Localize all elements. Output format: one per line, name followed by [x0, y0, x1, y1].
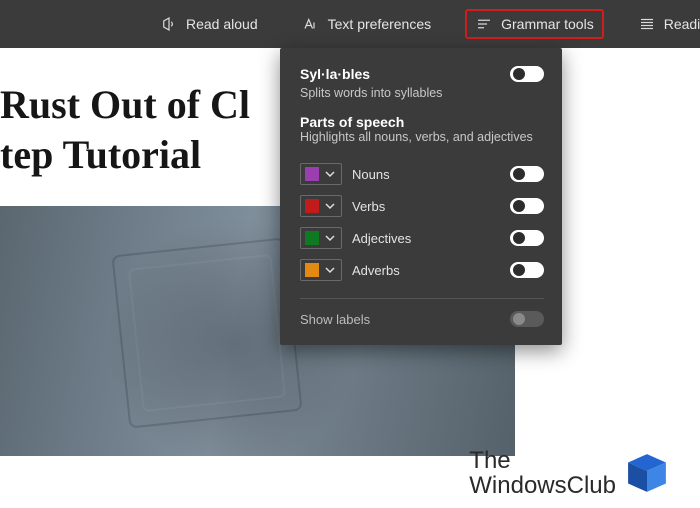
pos-item-verbs: Verbs [300, 190, 544, 222]
reading-preferences-icon [638, 15, 656, 33]
nouns-label: Nouns [352, 167, 390, 182]
chevron-down-icon [325, 265, 335, 275]
adverbs-label: Adverbs [352, 263, 400, 278]
adjectives-label: Adjectives [352, 231, 411, 246]
nouns-toggle[interactable] [510, 166, 544, 182]
verbs-color-picker[interactable] [300, 195, 342, 217]
show-labels-text: Show labels [300, 312, 370, 327]
adjectives-swatch [305, 231, 319, 245]
text-preferences-label: Text preferences [328, 16, 432, 32]
parts-of-speech-description: Highlights all nouns, verbs, and adjecti… [300, 130, 544, 144]
pos-item-adjectives: Adjectives [300, 222, 544, 254]
brand-text: The WindowsClub [469, 448, 616, 498]
grammar-tools-icon [475, 15, 493, 33]
verbs-toggle[interactable] [510, 198, 544, 214]
text-preferences-button[interactable]: Text preferences [292, 9, 442, 39]
grammar-tools-panel: Syl·la·bles Splits words into syllables … [280, 48, 562, 345]
chevron-down-icon [325, 201, 335, 211]
adverbs-toggle[interactable] [510, 262, 544, 278]
read-aloud-label: Read aloud [186, 16, 258, 32]
chevron-down-icon [325, 169, 335, 179]
adverbs-swatch [305, 263, 319, 277]
brand-line-1: The [469, 448, 616, 473]
show-labels-toggle[interactable] [510, 311, 544, 327]
chevron-down-icon [325, 233, 335, 243]
read-aloud-button[interactable]: Read aloud [150, 9, 268, 39]
syllables-toggle[interactable] [510, 66, 544, 82]
reading-preferences-button[interactable]: Reading prefere [628, 9, 700, 39]
syllables-description: Splits words into syllables [300, 86, 544, 100]
reader-toolbar: Read aloud Text preferences Grammar tool… [0, 0, 700, 48]
nouns-swatch [305, 167, 319, 181]
nouns-color-picker[interactable] [300, 163, 342, 185]
adverbs-color-picker[interactable] [300, 259, 342, 281]
text-preferences-icon [302, 15, 320, 33]
brand-line-2: WindowsClub [469, 473, 616, 498]
grammar-tools-button[interactable]: Grammar tools [465, 9, 604, 39]
adjectives-toggle[interactable] [510, 230, 544, 246]
brand-logo-icon [626, 452, 668, 494]
pos-item-adverbs: Adverbs [300, 254, 544, 286]
site-brand: The WindowsClub [469, 448, 668, 498]
verbs-swatch [305, 199, 319, 213]
divider [300, 298, 544, 299]
show-labels-row: Show labels [300, 311, 544, 327]
syllables-title: Syl·la·bles [300, 66, 370, 82]
read-aloud-icon [160, 15, 178, 33]
adjectives-color-picker[interactable] [300, 227, 342, 249]
grammar-tools-label: Grammar tools [501, 16, 594, 32]
parts-of-speech-title: Parts of speech [300, 114, 544, 130]
reading-preferences-label: Reading prefere [664, 16, 700, 32]
verbs-label: Verbs [352, 199, 385, 214]
pos-item-nouns: Nouns [300, 158, 544, 190]
